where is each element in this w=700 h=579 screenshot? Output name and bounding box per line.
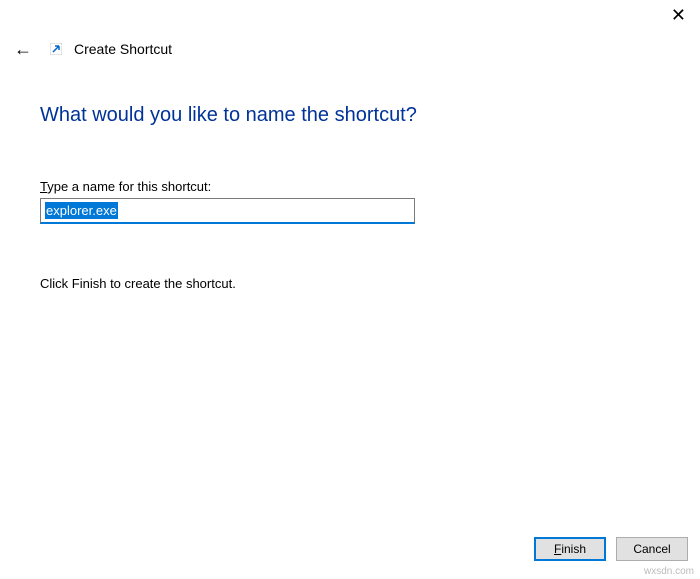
back-arrow-icon[interactable]: ← bbox=[14, 40, 32, 58]
cancel-button[interactable]: Cancel bbox=[616, 537, 688, 561]
finish-rest: inish bbox=[561, 542, 586, 556]
input-value-selected: explorer.exe bbox=[45, 202, 118, 219]
header: ← Create Shortcut bbox=[14, 40, 172, 58]
input-label: Type a name for this shortcut: bbox=[40, 179, 660, 194]
content-area: What would you like to name the shortcut… bbox=[40, 104, 660, 291]
footer-buttons: Finish Cancel bbox=[534, 537, 688, 561]
page-heading: What would you like to name the shortcut… bbox=[40, 104, 660, 127]
shortcut-name-input[interactable]: explorer.exe bbox=[40, 198, 415, 224]
close-button[interactable]: ✕ bbox=[671, 6, 686, 24]
instruction-text: Click Finish to create the shortcut. bbox=[40, 276, 660, 291]
input-label-rest: ype a name for this shortcut: bbox=[47, 179, 211, 194]
cancel-label: Cancel bbox=[633, 542, 670, 556]
finish-button[interactable]: Finish bbox=[534, 537, 606, 561]
window-title: Create Shortcut bbox=[74, 41, 172, 57]
watermark: wxsdn.com bbox=[644, 566, 694, 577]
shortcut-icon bbox=[50, 43, 62, 55]
